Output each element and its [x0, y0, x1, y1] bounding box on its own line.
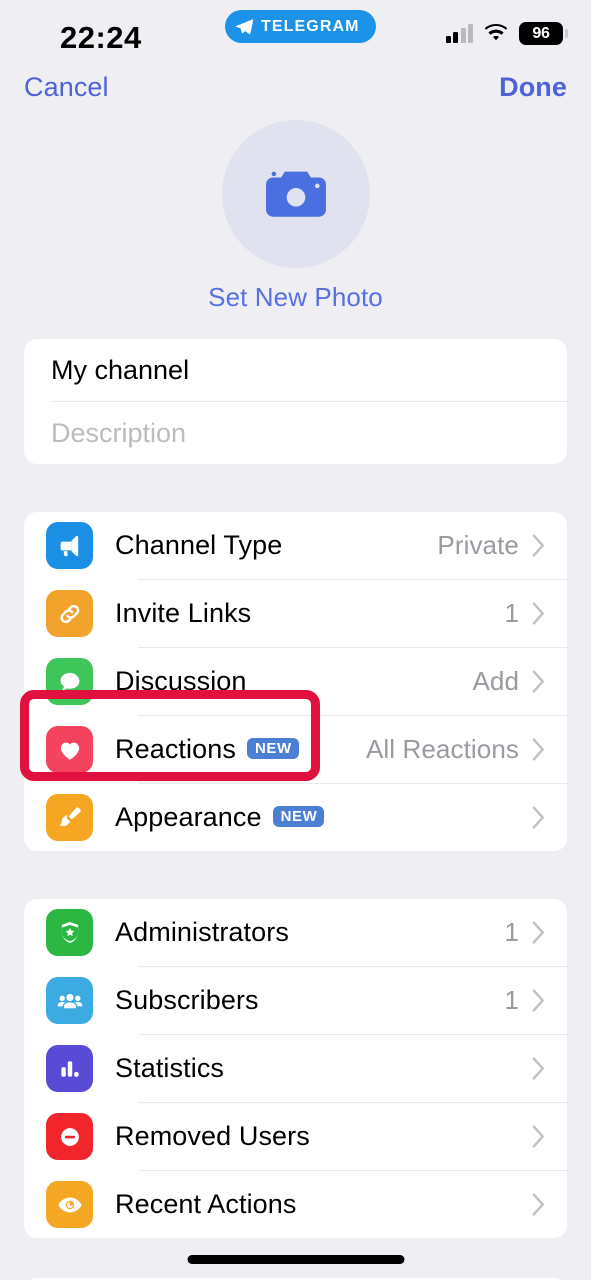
status-bar-time: 22:24 [60, 20, 142, 55]
settings-row-accessory: Private [437, 530, 545, 561]
settings-row-label: Channel Type [115, 530, 283, 560]
minus-circle-icon [46, 1113, 93, 1160]
settings-row-value: 1 [504, 917, 519, 947]
settings-row-discussion[interactable]: Discussion Add [24, 648, 567, 715]
chevron-right-icon [532, 989, 544, 1012]
heart-icon [46, 726, 93, 773]
settings-row-label: Recent Actions [115, 1189, 297, 1219]
settings-row-reactions[interactable]: Reactions NEW All Reactions [24, 716, 567, 783]
paintbrush-icon [46, 794, 93, 841]
channel-info-card: My channel Description [24, 339, 567, 464]
people-icon [46, 977, 93, 1024]
telegram-app-pill: TELEGRAM [225, 10, 376, 43]
link-chain-icon [46, 590, 93, 637]
chevron-right-icon [532, 534, 544, 557]
chevron-right-icon [532, 670, 544, 693]
settings-row-accessory: All Reactions [366, 734, 545, 765]
avatar-section: Set New Photo [0, 120, 591, 313]
avatar[interactable] [221, 120, 370, 268]
settings-row-invite-links[interactable]: Invite Links 1 [24, 580, 567, 647]
status-bar: 22:24 TELEGRAM 96 [0, 0, 591, 72]
settings-row-label: Administrators [115, 917, 289, 947]
settings-row-recent-actions[interactable]: Recent Actions [24, 1171, 567, 1238]
settings-row-accessory: 1 [504, 598, 545, 629]
new-badge: NEW [272, 806, 325, 827]
chevron-right-icon [532, 1057, 544, 1080]
settings-row-label: Discussion [115, 666, 247, 696]
telegram-app-pill-label: TELEGRAM [261, 17, 360, 35]
settings-row-accessory: 1 [504, 985, 545, 1016]
settings-row-removed-users[interactable]: Removed Users [24, 1103, 567, 1170]
settings-groups: Channel Type Private Invite Links 1 Discussi… [0, 512, 591, 1238]
eye-icon [46, 1181, 93, 1228]
cellular-signal-icon [445, 24, 473, 43]
cancel-button[interactable]: Cancel [24, 72, 109, 103]
settings-row-accessory [532, 1125, 545, 1148]
settings-row-label: Removed Users [115, 1121, 310, 1151]
bar-chart-icon [46, 1045, 93, 1092]
settings-row-accessory: 1 [504, 917, 545, 948]
chevron-right-icon [532, 738, 544, 761]
settings-group: Channel Type Private Invite Links 1 Discussi… [24, 512, 567, 851]
camera-icon [265, 171, 326, 217]
navigation-bar: Cancel Done [0, 72, 591, 118]
channel-name-input[interactable]: My channel [24, 339, 567, 401]
status-bar-indicators: 96 [445, 22, 568, 45]
paper-plane-icon [235, 19, 254, 35]
settings-row-accessory [532, 1057, 545, 1080]
chat-bubble-icon [46, 658, 93, 705]
chevron-right-icon [532, 1193, 544, 1216]
settings-row-accessory: Add [472, 666, 545, 697]
channel-edit-screen: 22:24 TELEGRAM 96 Cancel Done Set New Ph… [0, 0, 591, 1280]
settings-row-label: Reactions [115, 734, 236, 764]
done-button[interactable]: Done [499, 72, 567, 103]
settings-row-value: All Reactions [365, 734, 519, 764]
channel-description-input[interactable]: Description [24, 402, 567, 464]
settings-row-appearance[interactable]: Appearance NEW [24, 784, 567, 851]
settings-row-value: 1 [504, 985, 519, 1015]
settings-row-label: Subscribers [115, 985, 259, 1015]
chevron-right-icon [532, 1125, 544, 1148]
settings-row-value: Private [437, 530, 519, 560]
megaphone-icon [46, 522, 93, 569]
settings-row-label: Invite Links [115, 598, 252, 628]
chevron-right-icon [532, 921, 544, 944]
chevron-right-icon [532, 806, 544, 829]
settings-row-label: Appearance [115, 802, 262, 832]
settings-group: Administrators 1 Subscribers 1 Statistics Rem… [24, 899, 567, 1238]
settings-row-channel-type[interactable]: Channel Type Private [24, 512, 567, 579]
set-new-photo-button[interactable]: Set New Photo [0, 282, 591, 313]
chevron-right-icon [532, 602, 544, 625]
settings-row-administrators[interactable]: Administrators 1 [24, 899, 567, 966]
settings-row-accessory [532, 806, 545, 829]
battery-level-label: 96 [532, 24, 550, 42]
wifi-icon [484, 24, 508, 41]
settings-row-value: 1 [504, 598, 519, 628]
settings-row-value: Add [472, 666, 519, 696]
battery-indicator: 96 [519, 22, 568, 45]
settings-row-subscribers[interactable]: Subscribers 1 [24, 967, 567, 1034]
new-badge: NEW [246, 738, 299, 759]
shield-star-icon [46, 909, 93, 956]
settings-row-label: Statistics [115, 1053, 225, 1083]
settings-row-statistics[interactable]: Statistics [24, 1035, 567, 1102]
settings-row-accessory [532, 1193, 545, 1216]
home-indicator [187, 1255, 404, 1264]
